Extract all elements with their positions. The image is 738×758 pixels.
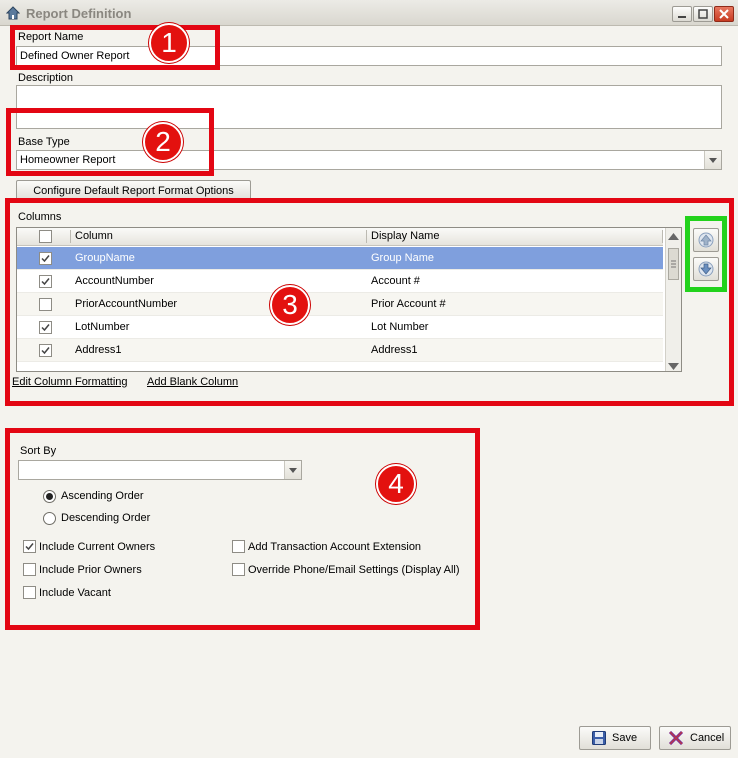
- window-title: Report Definition: [26, 6, 132, 21]
- close-button[interactable]: [714, 6, 734, 22]
- save-label: Save: [612, 732, 638, 744]
- maximize-button[interactable]: [693, 6, 713, 22]
- title-bar: Report Definition: [0, 0, 738, 26]
- close-icon: [719, 9, 729, 19]
- save-button[interactable]: Save: [579, 726, 651, 750]
- annotation-box-3: [5, 198, 734, 406]
- base-type-dropdown-button[interactable]: [704, 151, 721, 169]
- description-label: Description: [18, 72, 74, 84]
- annotation-badge-2: 2: [143, 122, 183, 162]
- minimize-button[interactable]: [672, 6, 692, 22]
- annotation-badge-4: 4: [376, 464, 416, 504]
- annotation-box-1: [10, 25, 220, 70]
- annotation-badge-3: 3: [270, 285, 310, 325]
- maximize-icon: [698, 9, 708, 19]
- cancel-button[interactable]: Cancel: [659, 726, 731, 750]
- annotation-box-green: [685, 216, 727, 292]
- cancel-x-icon: [668, 731, 684, 745]
- home-icon: [6, 6, 20, 20]
- annotation-box-4: [5, 428, 480, 630]
- annotation-badge-1: 1: [149, 23, 189, 63]
- cancel-label: Cancel: [690, 732, 725, 744]
- chevron-down-icon: [709, 157, 717, 163]
- minimize-icon: [678, 16, 686, 18]
- floppy-disk-icon: [592, 731, 606, 745]
